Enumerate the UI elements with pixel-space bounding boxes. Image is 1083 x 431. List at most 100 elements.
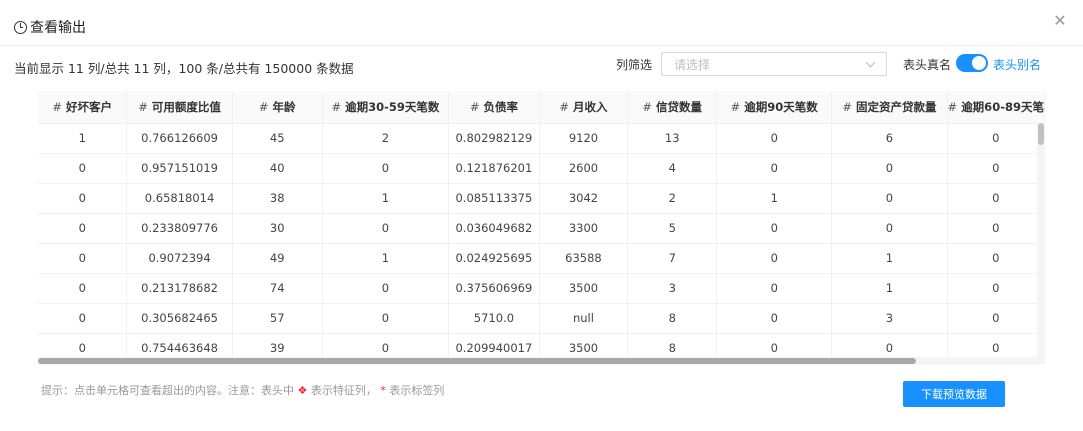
table-cell[interactable]: 0 <box>947 123 1045 154</box>
table-cell[interactable]: 0 <box>947 153 1045 184</box>
table-cell[interactable]: 2 <box>627 183 718 214</box>
table-cell[interactable]: 0 <box>716 303 833 334</box>
column-header[interactable]: # 信贷数量 <box>627 91 718 124</box>
column-header[interactable]: # 年龄 <box>232 91 323 124</box>
table-cell[interactable]: 1 <box>322 243 450 274</box>
table-cell[interactable]: 0 <box>38 273 128 304</box>
table-cell[interactable]: 9120 <box>539 123 629 154</box>
table-cell[interactable]: 0 <box>322 153 450 184</box>
table-cell[interactable]: 0 <box>831 183 948 214</box>
table-cell[interactable]: 0 <box>716 213 833 244</box>
column-type-marker: # <box>642 99 653 114</box>
table-cell[interactable]: 0 <box>322 303 450 334</box>
column-header[interactable]: # 好坏客户 <box>38 91 128 124</box>
table-cell[interactable]: 0 <box>38 243 128 274</box>
table-cell[interactable]: 0.213178682 <box>126 273 233 304</box>
table-cell[interactable]: null <box>539 303 629 334</box>
header-alias-toggle[interactable] <box>956 54 988 72</box>
table-cell[interactable]: 3 <box>627 273 718 304</box>
column-header-label: 逾期60-89天笔 <box>961 99 1044 114</box>
table-cell[interactable]: 0.024925695 <box>448 243 540 274</box>
column-header[interactable]: # 月收入 <box>539 91 629 124</box>
table-cell[interactable]: 63588 <box>539 243 629 274</box>
table-cell[interactable]: 0.121876201 <box>448 153 540 184</box>
table-cell[interactable]: 5 <box>627 213 718 244</box>
table-cell[interactable]: 0 <box>38 213 128 244</box>
column-header-label: 可用额度比值 <box>151 99 221 114</box>
table-cell[interactable]: 3 <box>831 303 948 334</box>
table-cell[interactable]: 0.233809776 <box>126 213 233 244</box>
table-cell[interactable]: 4 <box>627 153 718 184</box>
table-cell[interactable]: 1 <box>38 123 128 154</box>
data-summary: 当前显示 11 列/总共 11 列，100 条/总共有 150000 条数据 <box>14 61 354 76</box>
download-preview-button[interactable]: 下载预览数据 <box>903 381 1005 407</box>
table-cell[interactable]: 0 <box>831 153 948 184</box>
table-cell[interactable]: 0.036049682 <box>448 213 540 244</box>
table-cell[interactable]: 0 <box>38 183 128 214</box>
table-cell[interactable]: 0 <box>947 243 1045 274</box>
table-cell[interactable]: 0 <box>38 303 128 334</box>
column-header[interactable]: # 负债率 <box>448 91 540 124</box>
table-cell[interactable]: 0.802982129 <box>448 123 540 154</box>
table-cell[interactable]: 1 <box>831 273 948 304</box>
table-cell[interactable]: 49 <box>232 243 323 274</box>
table-cell[interactable]: 3042 <box>539 183 629 214</box>
table-cell[interactable]: 1 <box>831 243 948 274</box>
vertical-scrollbar-thumb[interactable] <box>1038 123 1044 145</box>
table-cell[interactable]: 0.766126609 <box>126 123 233 154</box>
column-header-label: 年龄 <box>272 99 296 114</box>
table-cell[interactable]: 0.085113375 <box>448 183 540 214</box>
table-cell[interactable]: 0 <box>947 273 1045 304</box>
table-cell[interactable]: 0.375606969 <box>448 273 540 304</box>
table-cell[interactable]: 0 <box>716 273 833 304</box>
table-row: 1 0.766126609 45 2 0.802982129 9120 13 0 6 0 <box>38 123 1045 154</box>
table-cell[interactable]: 2 <box>322 123 450 154</box>
table-cell[interactable]: 0.9072394 <box>126 243 233 274</box>
table-cell[interactable]: 30 <box>232 213 323 244</box>
table-cell[interactable]: 0 <box>322 213 450 244</box>
column-type-marker: # <box>331 99 342 114</box>
table-cell[interactable]: 13 <box>627 123 718 154</box>
table-cell[interactable]: 0.65818014 <box>126 183 233 214</box>
table-cell[interactable]: 7 <box>627 243 718 274</box>
table-cell[interactable]: 0 <box>322 273 450 304</box>
column-header[interactable]: # 可用额度比值 <box>126 91 233 124</box>
table-cell[interactable]: 57 <box>232 303 323 334</box>
horizontal-scrollbar-thumb[interactable] <box>38 358 916 364</box>
vertical-scrollbar-track[interactable] <box>1037 123 1045 363</box>
table-cell[interactable]: 0 <box>716 123 833 154</box>
table-cell[interactable]: 0 <box>947 213 1045 244</box>
table-cell[interactable]: 0 <box>831 213 948 244</box>
table-body: 1 0.766126609 45 2 0.802982129 9120 13 0 6 0 0 0.95… <box>38 123 1045 364</box>
column-header-label: 逾期30-59天笔数 <box>345 99 440 114</box>
table-cell[interactable]: 0 <box>716 153 833 184</box>
column-type-marker: # <box>559 99 570 114</box>
table-cell[interactable]: 0.957151019 <box>126 153 233 184</box>
table-cell[interactable]: 5710.0 <box>448 303 540 334</box>
table-cell[interactable]: 1 <box>716 183 833 214</box>
header-alias-label[interactable]: 表头别名 <box>993 56 1041 73</box>
table-cell[interactable]: 74 <box>232 273 323 304</box>
table-cell[interactable]: 0 <box>38 153 128 184</box>
table-cell[interactable]: 40 <box>232 153 323 184</box>
table-cell[interactable]: 2600 <box>539 153 629 184</box>
table-cell[interactable]: 0.305682465 <box>126 303 233 334</box>
table-row: 0 0.957151019 40 0 0.121876201 2600 4 0 0 0 <box>38 153 1045 184</box>
column-header[interactable]: # 逾期60-89天笔 <box>947 91 1045 124</box>
table-cell[interactable]: 0 <box>947 183 1045 214</box>
table-cell[interactable]: 6 <box>831 123 948 154</box>
column-header[interactable]: # 逾期30-59天笔数 <box>322 91 450 124</box>
column-header[interactable]: # 逾期90天笔数 <box>716 91 833 124</box>
table-cell[interactable]: 38 <box>232 183 323 214</box>
table-cell[interactable]: 8 <box>627 303 718 334</box>
table-cell[interactable]: 0 <box>947 303 1045 334</box>
modal-header: 查看输出 <box>14 17 86 37</box>
table-cell[interactable]: 3500 <box>539 273 629 304</box>
close-icon[interactable]: ✕ <box>1052 13 1068 29</box>
column-header[interactable]: # 固定资产贷款量 <box>831 91 948 124</box>
table-cell[interactable]: 45 <box>232 123 323 154</box>
table-cell[interactable]: 0 <box>716 243 833 274</box>
table-cell[interactable]: 3300 <box>539 213 629 244</box>
table-cell[interactable]: 1 <box>322 183 450 214</box>
column-filter-select[interactable]: 请选择 <box>661 52 887 76</box>
